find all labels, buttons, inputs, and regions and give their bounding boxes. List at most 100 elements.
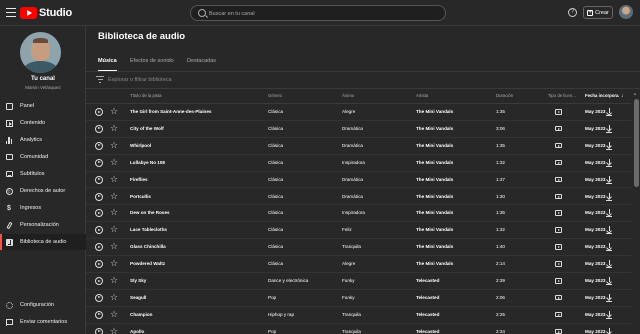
star-icon[interactable]: ☆ bbox=[110, 275, 118, 285]
table-row[interactable]: ☆ Lullabye No 108 Clásica Inspiradora The Mi… bbox=[86, 155, 631, 172]
download-icon[interactable] bbox=[606, 243, 612, 252]
sidebar-item-copyright[interactable]: © Derechos de autor bbox=[0, 183, 86, 199]
account-avatar[interactable] bbox=[619, 5, 633, 19]
star-icon[interactable]: ☆ bbox=[110, 224, 118, 234]
play-icon[interactable] bbox=[95, 243, 103, 252]
star-icon[interactable]: ☆ bbox=[110, 258, 118, 268]
table-row[interactable]: ☆ The Girl from Saint-Anne-des-Plaines Clá… bbox=[86, 104, 631, 121]
scroll-thumb[interactable] bbox=[633, 99, 639, 187]
sidebar-item-earn[interactable]: $ Ingresos bbox=[0, 200, 86, 216]
search-icon[interactable] bbox=[198, 9, 206, 17]
download-icon[interactable] bbox=[606, 141, 612, 150]
sidebar-item-subtitles[interactable]: Subtítulos bbox=[0, 166, 86, 182]
table-row[interactable]: ☆ Portcullis Clásica Dramática The Mini Vand… bbox=[86, 189, 631, 206]
page-title: Biblioteca de audio bbox=[98, 31, 186, 42]
play-icon[interactable] bbox=[95, 141, 103, 150]
download-icon[interactable] bbox=[606, 175, 612, 184]
star-icon[interactable]: ☆ bbox=[110, 207, 118, 217]
download-icon[interactable] bbox=[606, 158, 612, 167]
sidebar-item-content[interactable]: Contenido bbox=[0, 115, 86, 131]
star-icon[interactable]: ☆ bbox=[110, 174, 118, 184]
download-icon[interactable] bbox=[606, 209, 612, 218]
column-title[interactable]: Título de la pista bbox=[130, 93, 162, 98]
table-row[interactable]: ☆ Apollo Pop Tranquila Telecasted 2:34 May 202… bbox=[86, 324, 631, 334]
column-artist[interactable]: Artista bbox=[416, 93, 428, 98]
track-title: Portcullis bbox=[130, 193, 151, 199]
play-icon[interactable] bbox=[95, 260, 103, 269]
column-genre[interactable]: Género bbox=[268, 93, 282, 98]
star-icon[interactable]: ☆ bbox=[110, 241, 118, 251]
column-date-added[interactable]: Fecha incorpora... bbox=[585, 93, 619, 98]
filter-input[interactable] bbox=[108, 74, 408, 85]
sidebar-item-analytics[interactable]: Analytics bbox=[0, 132, 86, 148]
column-license-type[interactable]: Tipo de licen... bbox=[548, 93, 578, 98]
sidebar-item-audio-library[interactable]: Biblioteca de audio bbox=[0, 234, 86, 250]
table-row[interactable]: ☆ Champion Hiphop y rap Tranquila Telecasted… bbox=[86, 307, 631, 324]
star-icon[interactable]: ☆ bbox=[110, 123, 118, 133]
table-row[interactable]: ☆ Sly Sky Dance y electrónica Funky Telecast… bbox=[86, 273, 631, 290]
tab-music[interactable]: Música bbox=[98, 56, 117, 72]
play-icon[interactable] bbox=[95, 310, 103, 319]
track-mood: Funky bbox=[342, 294, 355, 300]
scrollbar[interactable]: ▲ bbox=[632, 89, 640, 334]
play-icon[interactable] bbox=[95, 209, 103, 218]
star-icon[interactable]: ☆ bbox=[110, 106, 118, 116]
download-icon[interactable] bbox=[606, 226, 612, 235]
column-duration[interactable]: Duración bbox=[496, 93, 513, 98]
hamburger-menu-icon[interactable] bbox=[6, 8, 16, 17]
sidebar-item-dashboard[interactable]: Panel bbox=[0, 98, 86, 114]
download-icon[interactable] bbox=[606, 310, 612, 319]
star-icon[interactable]: ☆ bbox=[110, 157, 118, 167]
help-icon[interactable]: ? bbox=[568, 8, 577, 17]
play-icon[interactable] bbox=[95, 327, 103, 334]
sidebar-item-customization[interactable]: Personalización bbox=[0, 217, 86, 233]
sidebar-item-settings[interactable]: Configuración bbox=[0, 297, 86, 313]
tab-featured[interactable]: Destacadas bbox=[187, 56, 216, 72]
star-icon[interactable]: ☆ bbox=[110, 292, 118, 302]
star-icon[interactable]: ☆ bbox=[110, 326, 118, 334]
youtube-studio-logo[interactable]: Studio bbox=[20, 6, 72, 20]
channel-avatar[interactable] bbox=[20, 32, 61, 73]
track-genre: Pop bbox=[268, 328, 277, 334]
download-icon[interactable] bbox=[606, 124, 612, 133]
table-row[interactable]: ☆ Whirlpool Clásica Dramática The Mini Vanda… bbox=[86, 138, 631, 155]
download-icon[interactable] bbox=[606, 192, 612, 201]
sidebar-item-feedback[interactable]: Enviar comentarios bbox=[0, 314, 86, 330]
play-icon[interactable] bbox=[95, 277, 103, 285]
star-icon[interactable]: ☆ bbox=[110, 309, 118, 319]
download-icon[interactable] bbox=[606, 277, 612, 285]
play-icon[interactable] bbox=[95, 108, 103, 116]
play-icon[interactable] bbox=[95, 124, 103, 133]
download-icon[interactable] bbox=[606, 108, 612, 116]
table-row[interactable]: ☆ Fireflies Clásica Dramática The Mini Vanda… bbox=[86, 172, 631, 189]
youtube-license-icon bbox=[555, 193, 562, 199]
play-icon[interactable] bbox=[95, 293, 103, 302]
track-title: Seagull bbox=[130, 294, 147, 300]
download-icon[interactable] bbox=[606, 260, 612, 269]
table-row[interactable]: ☆ Seagull Pop Funky Telecasted 2:06 May 2023 bbox=[86, 290, 631, 307]
table-row[interactable]: ☆ Lace Tablecloths Clásica Feliz The Mini Va… bbox=[86, 222, 631, 240]
column-mood[interactable]: Ánimo bbox=[342, 93, 354, 98]
track-genre: Clásica bbox=[268, 142, 284, 148]
download-icon[interactable] bbox=[606, 293, 612, 302]
play-icon[interactable] bbox=[95, 192, 103, 201]
table-row[interactable]: ☆ Glass Chinchilla Clásica Tranquila The Min… bbox=[86, 239, 631, 257]
table-row[interactable]: ☆ Dew on the Roses Clásica Inspiradora The M… bbox=[86, 205, 631, 223]
scroll-up-icon[interactable]: ▲ bbox=[633, 91, 637, 96]
play-icon[interactable] bbox=[95, 158, 103, 167]
download-icon[interactable] bbox=[606, 327, 612, 334]
sort-arrow-icon[interactable]: ↓ bbox=[621, 93, 624, 99]
star-icon[interactable]: ☆ bbox=[110, 191, 118, 201]
table-row[interactable]: ☆ City of the Wolf Clásica Dramática The Min… bbox=[86, 121, 631, 138]
filter-icon[interactable] bbox=[96, 76, 104, 83]
create-button[interactable]: + Crear bbox=[583, 6, 613, 19]
play-icon[interactable] bbox=[95, 175, 103, 184]
star-icon[interactable]: ☆ bbox=[110, 140, 118, 150]
search-box[interactable] bbox=[190, 5, 446, 21]
play-icon[interactable] bbox=[95, 226, 103, 235]
search-input[interactable] bbox=[209, 7, 439, 20]
sidebar-item-community[interactable]: Comunidad bbox=[0, 149, 86, 165]
tab-sound-effects[interactable]: Efectos de sonido bbox=[130, 56, 174, 72]
channel-handle: Marvin Velásquez bbox=[25, 85, 61, 90]
table-row[interactable]: ☆ Powdered Waltz Clásica Alegre The Mini Van… bbox=[86, 256, 631, 273]
